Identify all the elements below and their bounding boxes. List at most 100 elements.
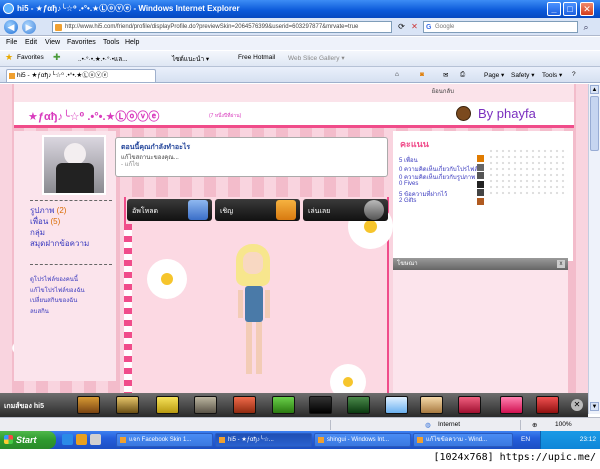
tools-menu[interactable]: Tools ▾: [542, 71, 562, 79]
scroll-down-icon[interactable]: ▼: [590, 402, 599, 411]
mail-icon[interactable]: ✉: [443, 71, 448, 79]
favorites-star-icon[interactable]: ★: [5, 52, 13, 63]
fav-item-1[interactable]: ..•·°·•.★.•·°·•แล...: [78, 54, 128, 64]
back-button[interactable]: ◀: [4, 20, 18, 34]
system-tray: EN 23:12: [521, 431, 600, 449]
menu-favorites[interactable]: Favorites: [67, 39, 96, 46]
clock[interactable]: 23:12: [580, 436, 596, 443]
favorites-bar: ★ Favorites ✚ ..•·°·•.★.•·°·•แล... ไซต์แ…: [0, 51, 600, 67]
feeds-icon[interactable]: ◙: [420, 71, 424, 78]
avatar[interactable]: [42, 135, 106, 195]
stripe-decoration: [124, 224, 132, 404]
refresh-icon[interactable]: ⟳: [396, 21, 407, 33]
hi5-games-bar: เกมส์ของ hi5 ✕: [0, 393, 588, 417]
play-button[interactable]: เล่นเลย: [303, 199, 388, 221]
vertical-scrollbar[interactable]: ▲ ▼: [588, 84, 600, 414]
game-icon[interactable]: [116, 396, 139, 414]
start-button[interactable]: Start: [0, 431, 56, 449]
status-edit-small[interactable]: - แก้ไข: [121, 159, 139, 169]
image-caption: [1024x768] https://upic.me/: [0, 449, 600, 469]
game-icon[interactable]: [385, 396, 408, 414]
taskbar-item[interactable]: แก้ไขข้อความ - Wind...: [413, 433, 513, 447]
language-indicator[interactable]: EN: [521, 436, 530, 443]
score-row[interactable]: 2 Gifts: [399, 197, 569, 207]
menu-edit[interactable]: Edit: [25, 39, 37, 46]
nav-photos[interactable]: รูปภาพ (2): [30, 204, 120, 215]
scores-header: คะแนน: [400, 139, 429, 149]
menu-help[interactable]: Help: [125, 39, 139, 46]
menu-view[interactable]: View: [45, 39, 60, 46]
url-input[interactable]: http://www.hi5.com/friend/profile/displa…: [52, 21, 392, 33]
game-icon[interactable]: [458, 396, 481, 414]
close-button[interactable]: ✕: [580, 2, 594, 16]
taskbar-item[interactable]: แจก Facebook Skin 1...: [116, 433, 213, 447]
status-box[interactable]: ตอนนี้คุณกำลังทำอะไร แก้ไขสถานะของคุณ...…: [115, 137, 388, 177]
taskbar-item[interactable]: shingui - Windows Int...: [314, 433, 411, 447]
menu-file[interactable]: File: [6, 39, 17, 46]
game-icon[interactable]: [420, 396, 443, 414]
menu-tools[interactable]: Tools: [103, 39, 119, 46]
ad-box: โฆษณา x: [393, 258, 568, 398]
home-icon[interactable]: ⌂: [395, 71, 399, 78]
close-icon[interactable]: x: [557, 260, 565, 268]
tab-hi5[interactable]: hi5 - ★ƒαђ♪╰☆⁰ .•°•.★Ⓛⓞⓥⓔ: [6, 69, 156, 82]
search-input[interactable]: G Google: [423, 21, 578, 33]
nav-guestbook[interactable]: สมุดฝากข้อความ: [30, 237, 120, 248]
game-icon[interactable]: [194, 396, 217, 414]
brand-signature: By phayfa: [456, 104, 574, 124]
stop-icon[interactable]: ✕: [409, 21, 420, 33]
heart-game-icon[interactable]: [536, 396, 559, 414]
game-icon[interactable]: [233, 396, 256, 414]
game-icon[interactable]: [156, 396, 179, 414]
title-bar: hi5 - ★ƒαђ♪╰☆⁰ .•°•.★Ⓛⓞⓥⓔ - Windows Inte…: [0, 0, 600, 18]
internet-zone-icon: ◍: [425, 422, 431, 429]
zoom-level[interactable]: 100%: [555, 421, 572, 428]
link-change-skin[interactable]: เปลี่ยนสกินของฉัน: [30, 295, 125, 306]
comment-icon: [477, 163, 484, 171]
add-user-icon: [276, 200, 296, 220]
nav-friends[interactable]: เพื่อน (5): [30, 215, 120, 226]
safety-menu[interactable]: Safety ▾: [511, 71, 535, 79]
link-edit-profile[interactable]: แก้ไขโปรไฟล์ของฉัน: [30, 285, 125, 296]
top-link[interactable]: ย้อนกลับ: [432, 86, 454, 96]
fav-item-webslice[interactable]: Web Slice Gallery ▾: [288, 54, 345, 62]
game-icon[interactable]: [272, 396, 295, 414]
desktop-quicklaunch-icon[interactable]: [90, 434, 101, 445]
add-favorite-icon[interactable]: ✚: [53, 52, 61, 63]
maximize-button[interactable]: □: [563, 2, 577, 16]
game-icon[interactable]: [77, 396, 100, 414]
folder-quicklaunch-icon[interactable]: [76, 434, 87, 445]
security-zone: Internet: [438, 421, 461, 428]
fav-item-hotmail[interactable]: Free Hotmail: [238, 54, 275, 61]
link-remove-skin[interactable]: ลบสกิน: [30, 306, 125, 317]
search-icon[interactable]: ⌕: [580, 21, 592, 33]
tab-label: hi5 - ★ƒαђ♪╰☆⁰ .•°•.★Ⓛⓞⓥⓔ: [17, 72, 109, 79]
site-favicon-icon: [55, 24, 62, 31]
top-strip: ย้อนกลับ: [14, 84, 574, 102]
close-icon[interactable]: ✕: [571, 399, 583, 411]
scroll-thumb[interactable]: [590, 96, 599, 151]
taskbar-item-active[interactable]: hi5 - ★ƒαђ♪╰☆...: [215, 433, 312, 447]
profile-sub: (7 หนึ่งปีที่ผ่าน): [209, 113, 242, 119]
nav-groups[interactable]: กลุ่ม: [30, 226, 120, 237]
left-column: [14, 131, 116, 381]
game-icon[interactable]: [347, 396, 370, 414]
game-icon[interactable]: [500, 396, 523, 414]
favorites-button[interactable]: Favorites: [17, 54, 44, 61]
search-placeholder: Google: [435, 24, 455, 30]
ie-quicklaunch-icon[interactable]: [62, 434, 73, 445]
minimize-button[interactable]: _: [547, 2, 561, 16]
message-icon: [477, 189, 484, 197]
scroll-up-icon[interactable]: ▲: [590, 85, 599, 94]
fav-item-suggested[interactable]: ไซต์แนะนำ ▾: [172, 54, 209, 64]
game-icon[interactable]: [309, 396, 332, 414]
upload-button[interactable]: อัพโหลด: [127, 199, 212, 221]
forward-button[interactable]: ▶: [22, 20, 36, 34]
invite-button[interactable]: เชิญ: [215, 199, 300, 221]
print-icon[interactable]: ⎙: [460, 71, 465, 79]
link-view-profile[interactable]: ดูโปรไฟล์ของคนนี้: [30, 274, 125, 285]
help-icon[interactable]: ?: [572, 71, 576, 78]
windows-flag-icon: [4, 435, 13, 444]
google-logo-icon: G: [426, 24, 432, 31]
page-menu[interactable]: Page ▾: [484, 71, 504, 79]
